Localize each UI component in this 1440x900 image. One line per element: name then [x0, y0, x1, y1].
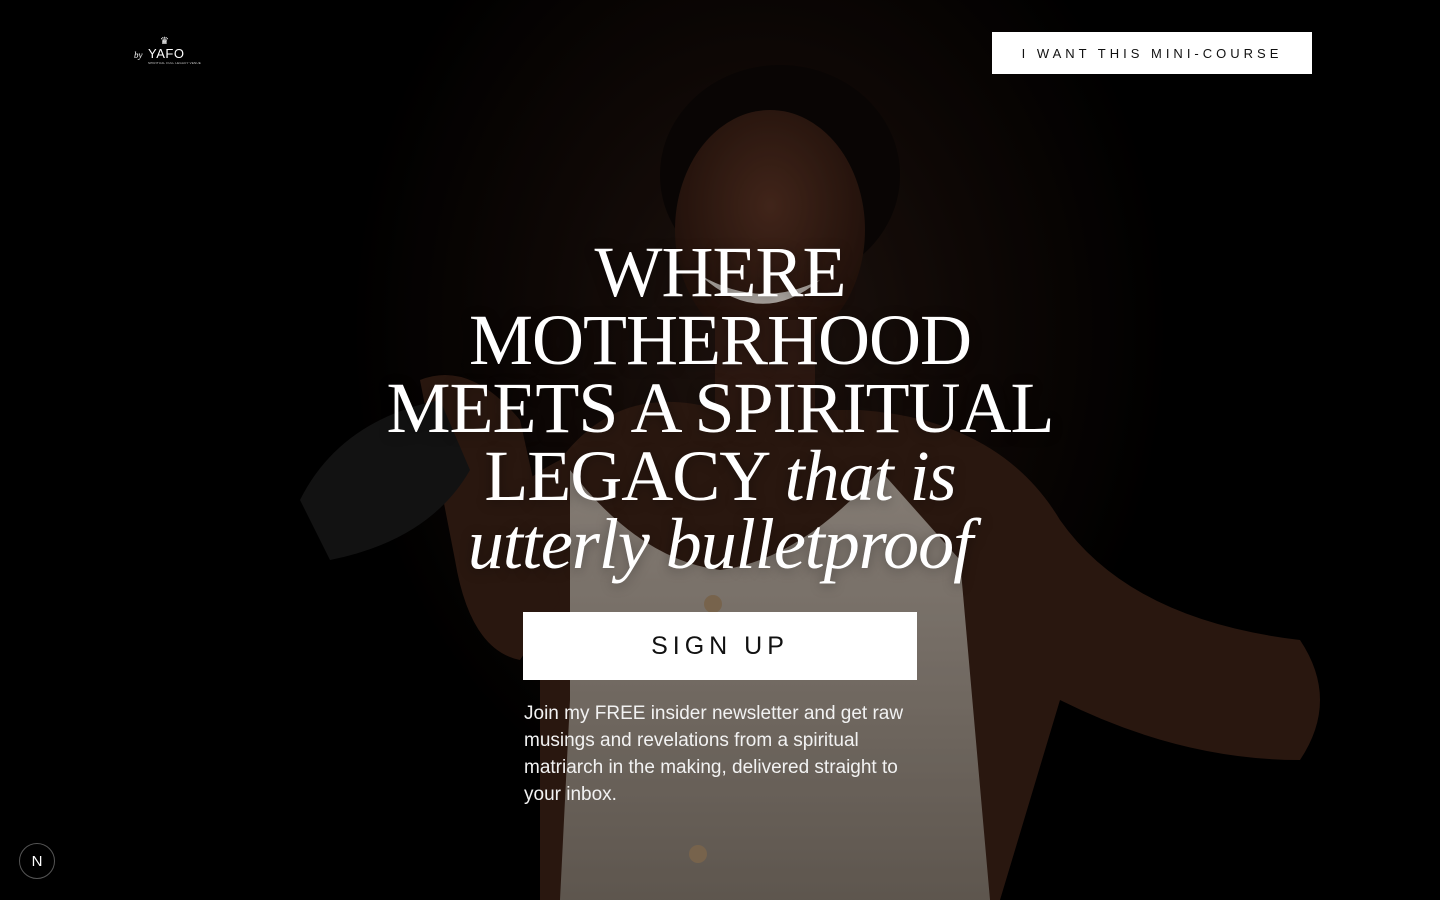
site-logo[interactable]: ♛ by YAFO SPIRITUAL FULL LEGACY VENUE	[134, 36, 201, 70]
hero-line-2: MOTHERHOOD	[469, 300, 972, 380]
hero-headline: WHERE MOTHERHOOD MEETS A SPIRITUAL LEGAC…	[340, 232, 1100, 580]
mini-course-button[interactable]: I WANT THIS MINI-COURSE	[992, 32, 1312, 74]
next-js-badge-icon[interactable]: N	[19, 843, 55, 879]
sign-up-button[interactable]: SIGN UP	[523, 612, 917, 680]
hero-line-3: MEETS A SPIRITUAL	[386, 368, 1054, 448]
hero-line-5: utterly bulletproof	[340, 508, 1100, 580]
hero-line-1: WHERE	[594, 232, 847, 312]
logo-by-text: by	[134, 50, 143, 60]
hero-line-4: LEGACY that is	[340, 440, 1100, 512]
logo-tagline: SPIRITUAL FULL LEGACY VENUE	[148, 61, 201, 65]
landing-page: ♛ by YAFO SPIRITUAL FULL LEGACY VENUE I …	[0, 0, 1440, 900]
logo-wordmark: YAFO	[148, 46, 185, 61]
newsletter-description: Join my FREE insider newsletter and get …	[524, 703, 904, 805]
hero-line-5-italic: utterly bulletproof	[467, 504, 973, 584]
